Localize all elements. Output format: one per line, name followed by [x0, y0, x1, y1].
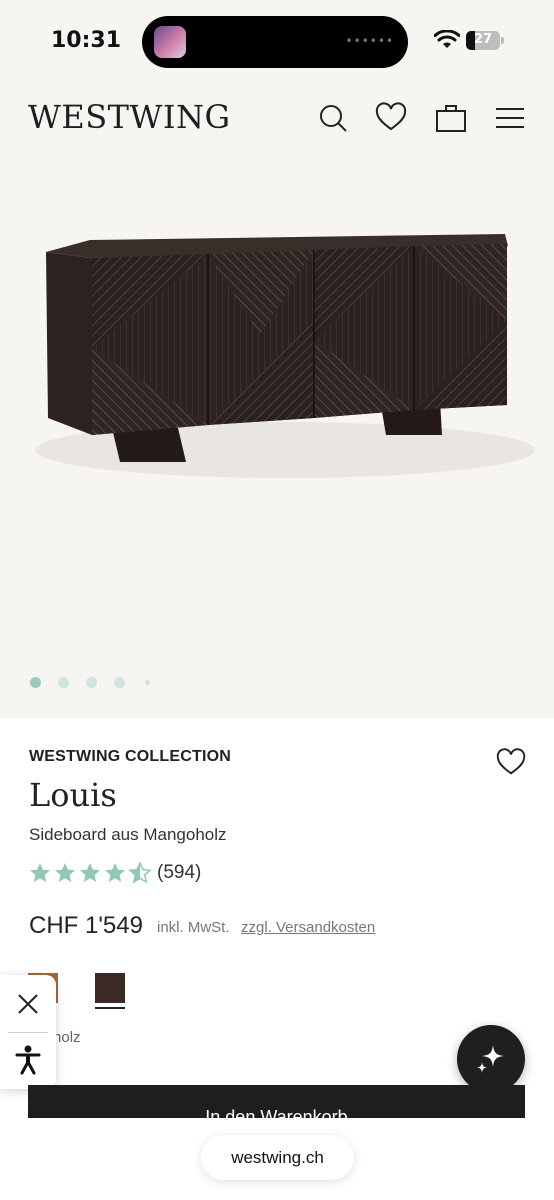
- star-icon: [105, 863, 125, 882]
- gallery-dot-2[interactable]: [58, 677, 69, 688]
- shopping-bag-icon[interactable]: [435, 102, 467, 134]
- westwing-logo[interactable]: WESTWING: [28, 98, 231, 136]
- rating-count[interactable]: (594): [157, 862, 201, 884]
- battery-icon: 27: [466, 31, 500, 50]
- sparkle-icon: [477, 1045, 504, 1073]
- gallery-dot-4[interactable]: [114, 677, 125, 688]
- color-swatch-mango-dark[interactable]: [95, 973, 125, 1003]
- star-icon: [30, 863, 50, 882]
- wifi-icon: [434, 30, 460, 48]
- gallery-dot-3[interactable]: [86, 677, 97, 688]
- now-playing-thumbnail: [154, 26, 186, 58]
- wishlist-heart-icon[interactable]: [496, 748, 526, 778]
- star-icon: [55, 863, 75, 882]
- address-bar[interactable]: westwing.ch: [201, 1135, 354, 1180]
- product-name: Louis: [29, 776, 117, 814]
- product-subtitle: Sideboard aus Mangoholz: [29, 825, 227, 844]
- status-bar: 10:31 •••••• 27: [0, 0, 554, 80]
- site-header: WESTWING: [0, 80, 554, 160]
- gallery-dot-5[interactable]: [145, 680, 150, 685]
- status-time: 10:31: [51, 28, 122, 53]
- dynamic-island: ••••••: [142, 16, 408, 68]
- accessibility-icon[interactable]: [15, 1045, 41, 1075]
- close-icon[interactable]: [16, 992, 40, 1016]
- product-brand[interactable]: WESTWING COLLECTION: [29, 748, 231, 766]
- menu-icon[interactable]: [494, 102, 526, 134]
- activity-dots-icon: ••••••: [345, 34, 394, 48]
- half-star-icon: [128, 861, 152, 884]
- gallery-dot-1[interactable]: [30, 677, 41, 688]
- product-price: CHF 1'549: [29, 912, 143, 939]
- add-to-cart-button[interactable]: In den Warenkorb: [28, 1085, 525, 1119]
- battery-level: 27: [473, 32, 493, 47]
- rating-stars[interactable]: (594): [28, 861, 201, 885]
- vat-label: inkl. MwSt.: [157, 919, 230, 936]
- search-icon[interactable]: [317, 102, 349, 134]
- sideboard-image: [35, 234, 535, 478]
- selected-swatch-indicator: [95, 1007, 125, 1009]
- star-icon: [80, 863, 100, 882]
- product-image-gallery[interactable]: [0, 160, 554, 718]
- accessibility-widget: [0, 975, 56, 1089]
- heart-icon[interactable]: [375, 102, 407, 134]
- ai-assistant-button[interactable]: [457, 1025, 525, 1093]
- shipping-costs-link[interactable]: zzgl. Versandkosten: [241, 919, 375, 936]
- browser-bottom-bar: westwing.ch: [0, 1118, 554, 1200]
